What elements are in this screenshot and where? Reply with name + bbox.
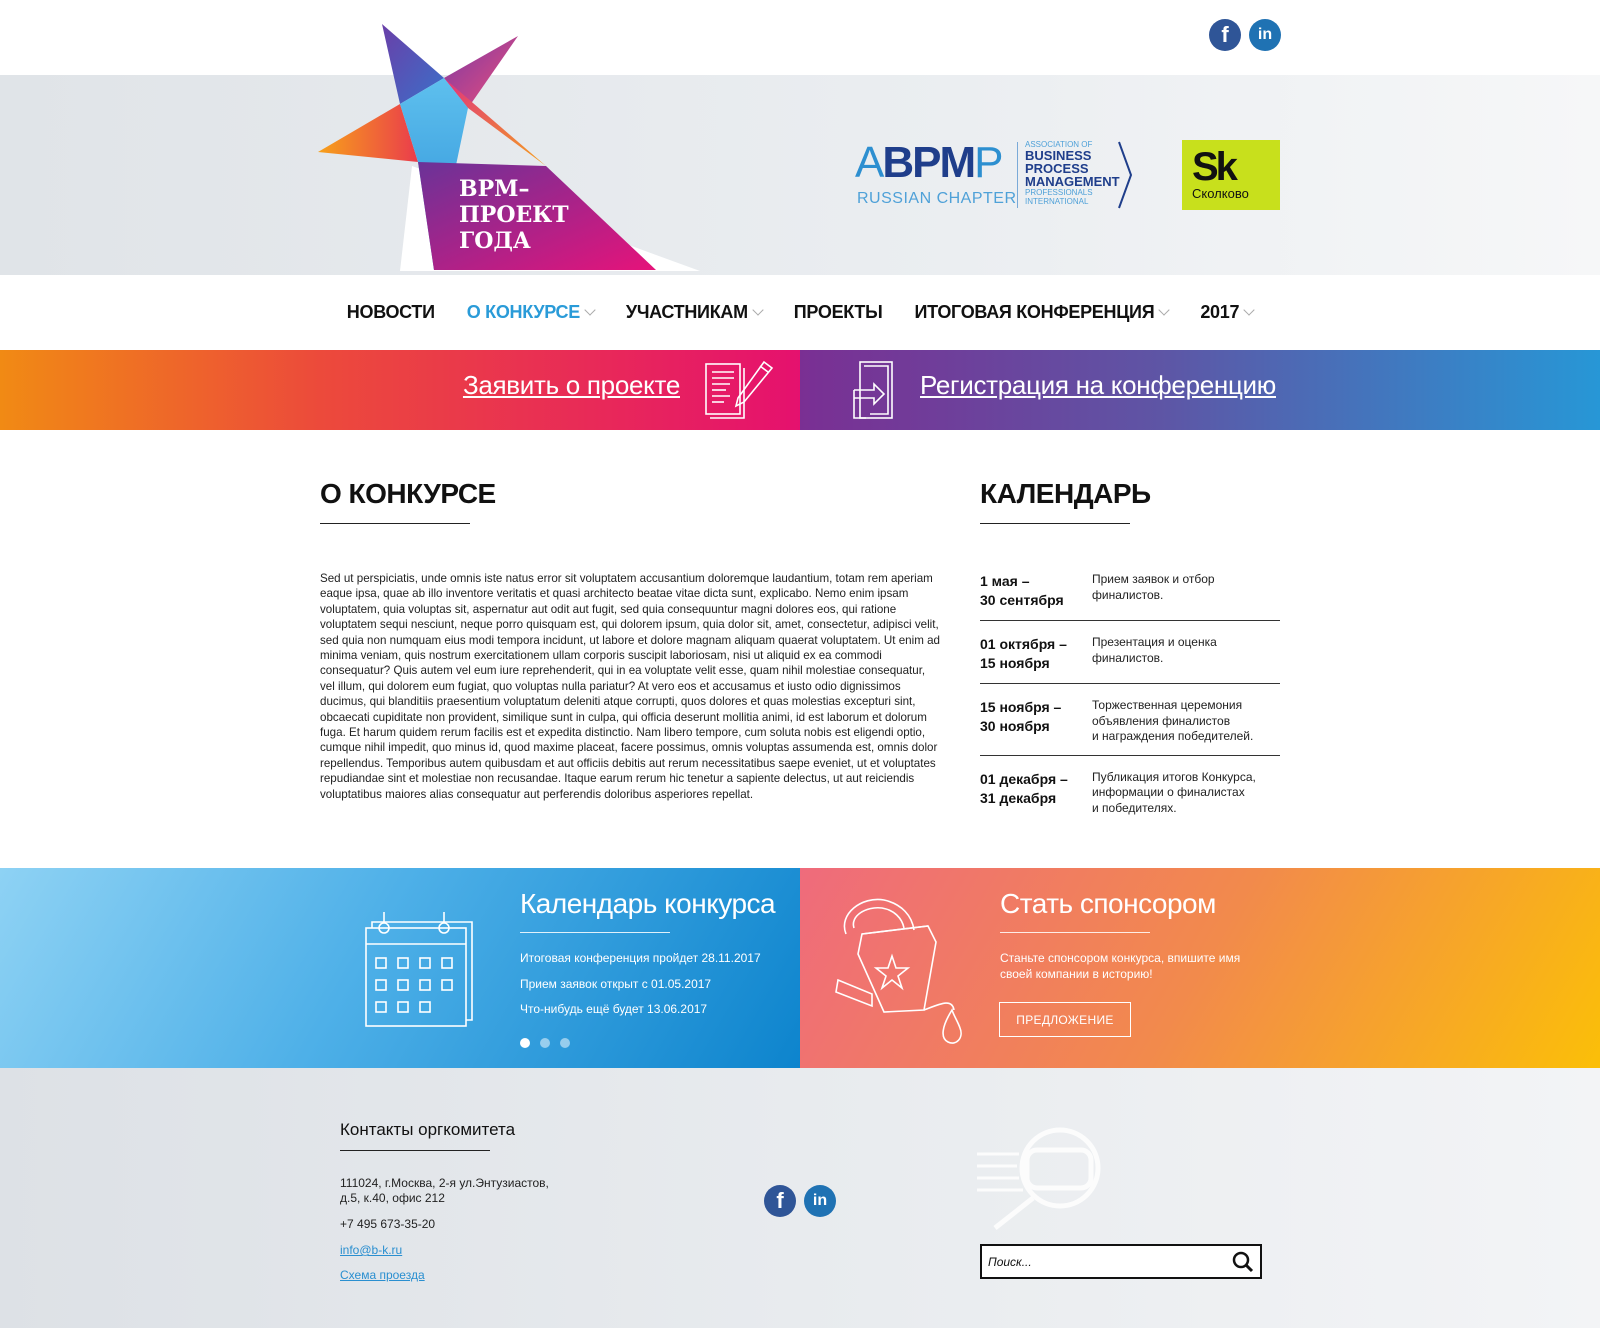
calendar-title: КАЛЕНДАРЬ <box>980 478 1151 509</box>
calendar-row: 01 декабря –31 декабря Публикация итогов… <box>980 770 1280 827</box>
calendar-row: 15 ноября –30 ноября Торжественная церем… <box>980 698 1280 756</box>
about-title-underline <box>320 523 470 524</box>
header-hero <box>0 75 1600 275</box>
chevron-down-icon <box>584 304 596 316</box>
contacts-title-underline <box>340 1150 490 1151</box>
apply-banner: Заявить о проекте <box>0 350 800 430</box>
sponsor-text: Станьте спонсором конкурса, впишите имя … <box>1000 951 1241 981</box>
document-pen-icon <box>705 360 774 419</box>
apply-project-link[interactable]: Заявить о проекте <box>463 370 680 401</box>
nav-item-year[interactable]: 2017 <box>1200 302 1255 323</box>
abpmp-fullname: ASSOCIATION OF BUSINESS PROCESS MANAGEME… <box>1025 140 1120 206</box>
main-nav: НОВОСТИ О КОНКУРСЕ УЧАСТНИКАМ ПРОЕКТЫ ИТ… <box>0 275 1600 350</box>
sponsor-title: Стать спонсором <box>1000 888 1216 919</box>
contacts-address: 111024, г.Москва, 2-я ул.Энтузиастов, д.… <box>340 1176 549 1205</box>
carousel-dot[interactable] <box>560 1038 570 1048</box>
nav-item-participants[interactable]: УЧАСТНИКАМ <box>626 302 764 323</box>
calendar-desc: Торжественная церемония объявления финали… <box>1092 698 1254 743</box>
calendar-desc: Публикация итогов Конкурса, информации о … <box>1092 769 1256 815</box>
chevron-down-icon <box>752 304 764 316</box>
calendar-title-underline <box>980 523 1130 524</box>
facebook-icon[interactable]: f <box>764 1185 796 1217</box>
skolkovo-mark: Sk <box>1192 145 1238 189</box>
nav-item-conference[interactable]: ИТОГОВАЯ КОНФЕРЕНЦИЯ <box>914 302 1171 323</box>
directions-link[interactable]: Схема проезда <box>340 1268 425 1283</box>
logo-line-1: BPM– <box>459 176 530 202</box>
abpmp-chapter: RUSSIAN CHAPTER <box>857 190 1017 207</box>
sponsor-underline <box>1000 932 1150 933</box>
calendar-table: 1 мая –30 сентября Прием заявок и отбор ф… <box>980 572 1280 840</box>
nav-item-news[interactable]: НОВОСТИ <box>347 302 435 323</box>
skolkovo-word: Сколково <box>1192 186 1249 201</box>
carousel-dots <box>520 1038 570 1048</box>
search-button[interactable] <box>1226 1246 1260 1277</box>
carousel-dot[interactable] <box>540 1038 550 1048</box>
about-text: Sed ut perspiciatis, unde omnis iste nat… <box>320 572 940 801</box>
contacts-title: Контакты оргкомитета <box>340 1120 516 1139</box>
carousel-dot[interactable] <box>520 1038 530 1048</box>
magnifier-decoration-icon <box>977 1127 1101 1230</box>
linkedin-icon[interactable]: in <box>1249 19 1281 51</box>
contest-calendar-title: Календарь конкурса <box>520 888 776 919</box>
contest-calendar-item: Итоговая конференция пройдет 28.11.2017 <box>520 951 761 965</box>
contest-calendar-promo: Календарь конкурса Итоговая конференция … <box>0 868 800 1068</box>
chevron-down-icon <box>1158 304 1171 316</box>
door-enter-icon <box>853 361 893 419</box>
calendar-date: 01 декабря –31 декабря <box>980 770 1068 806</box>
action-banner: Заявить о проекте Регистрация на конфере… <box>0 350 1600 430</box>
footer-social-links: f in <box>764 1185 836 1217</box>
contest-calendar-item: Прием заявок открыт с 01.05.2017 <box>520 977 712 991</box>
paint-bucket-icon <box>835 898 962 1044</box>
calendar-row: 1 мая –30 сентября Прием заявок и отбор ф… <box>980 572 1280 621</box>
logo-title: BPM– ПРОЕКТ ГОДА <box>459 176 599 254</box>
abpmp-wordmark: ABPMP <box>855 138 1004 187</box>
abpmp-separator <box>1017 142 1018 208</box>
calendar-date: 1 мая –30 сентября <box>980 573 1064 608</box>
chevron-down-icon <box>1243 304 1255 316</box>
skolkovo-logo[interactable]: Sk Сколково <box>1182 140 1280 210</box>
calendar-icon <box>365 912 473 1027</box>
contacts-email-link[interactable]: info@b-k.ru <box>340 1243 402 1258</box>
contacts-phone: +7 495 673-35-20 <box>340 1217 436 1231</box>
calendar-date: 01 октября –15 ноября <box>980 636 1067 671</box>
calendar-desc: Презентация и оценка финалистов. <box>1092 635 1217 665</box>
logo-line-3: ГОДА <box>459 228 531 254</box>
contest-calendar-underline <box>520 932 670 933</box>
calendar-row: 01 октября –15 ноября Презентация и оцен… <box>980 635 1280 684</box>
calendar-date: 15 ноября –30 ноября <box>980 699 1062 734</box>
about-title: О КОНКУРСЕ <box>320 478 496 509</box>
abpmp-arrow-icon <box>1118 141 1133 209</box>
nav-item-about[interactable]: О КОНКУРСЕ <box>467 302 596 323</box>
abpmp-logo[interactable]: ABPMP RUSSIAN CHAPTER ASSOCIATION OF BUS… <box>855 138 1135 214</box>
sponsor-promo: Стать спонсором Станьте спонсором конкур… <box>800 868 1600 1068</box>
register-banner: Регистрация на конференцию <box>800 350 1600 430</box>
search-icon <box>1232 1251 1254 1272</box>
linkedin-icon[interactable]: in <box>804 1185 836 1217</box>
logo-line-2: ПРОЕКТ <box>459 202 569 228</box>
contest-calendar-item: Что-нибудь ещё будет 13.06.2017 <box>520 1002 708 1016</box>
header-social-links: f in <box>1209 19 1281 51</box>
calendar-desc: Прием заявок и отбор финалистов. <box>1092 572 1215 602</box>
facebook-icon[interactable]: f <box>1209 19 1241 51</box>
search-box <box>980 1244 1262 1279</box>
offer-button[interactable]: ПРЕДЛОЖЕНИЕ <box>999 1002 1131 1037</box>
nav-item-projects[interactable]: ПРОЕКТЫ <box>794 302 883 323</box>
register-conference-link[interactable]: Регистрация на конференцию <box>920 370 1276 401</box>
search-input[interactable] <box>982 1246 1226 1277</box>
top-bar <box>0 0 1600 75</box>
